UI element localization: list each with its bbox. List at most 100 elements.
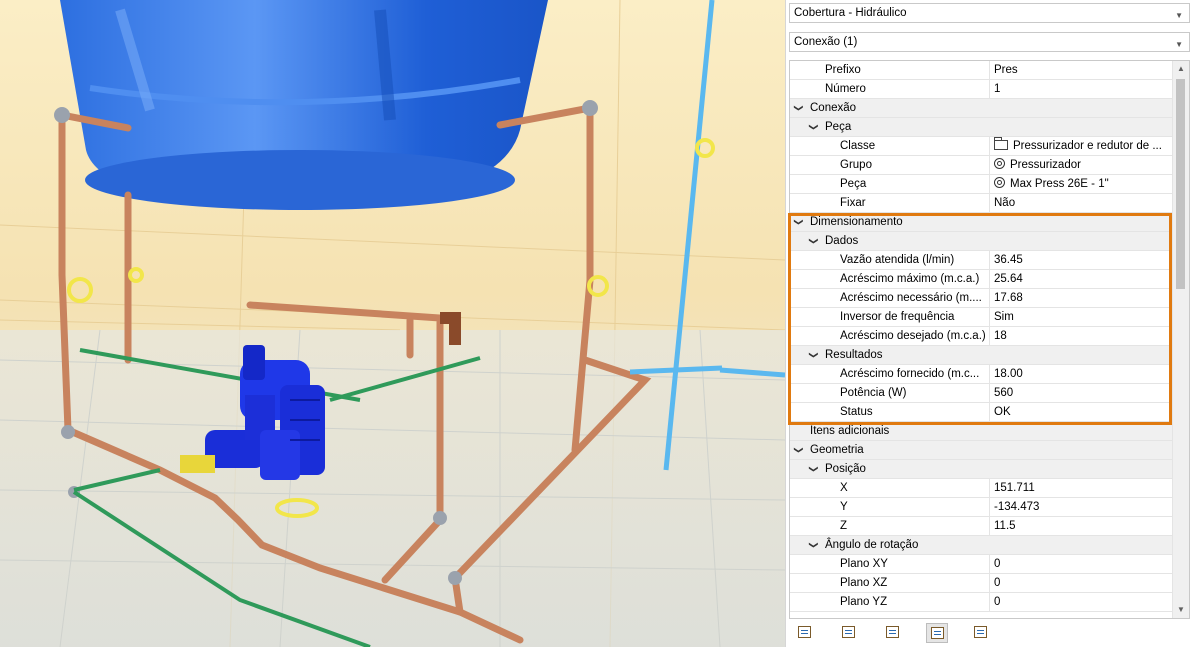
scroll-down-icon[interactable]: ▼ (1173, 602, 1189, 618)
property-row[interactable]: Acréscimo fornecido (m.c... 18.00 (790, 365, 1173, 384)
property-value[interactable]: Pressurizador e redutor de ... (989, 137, 1173, 155)
check-tab-button[interactable] (926, 623, 948, 643)
chevron-down-icon[interactable]: ▼ (1175, 37, 1183, 52)
discipline-combo[interactable]: Cobertura - Hidráulico ▼ (789, 3, 1190, 23)
property-row[interactable]: Peça Max Press 26E - 1" (790, 175, 1173, 194)
property-group-row[interactable]: ❯ Dados (790, 232, 1173, 251)
property-row[interactable]: Status OK (790, 403, 1173, 422)
property-row[interactable]: Prefixo Pres (790, 61, 1173, 80)
property-value-text: 560 (994, 387, 1014, 399)
property-name: Geometria (810, 444, 864, 456)
property-row[interactable]: Acréscimo desejado (m.c.a.) 18 (790, 327, 1173, 346)
property-value-text: Pressurizador (1010, 159, 1081, 171)
property-value-text: 36.45 (994, 254, 1023, 266)
view-tab-button[interactable] (838, 623, 860, 643)
property-grid: Prefixo Pres Número 1 ❯ Conexão ❯ Peça Classe Pre… (789, 60, 1190, 619)
selection-combo-value: Conexão (1) (794, 36, 858, 48)
chevron-down-icon[interactable]: ❯ (805, 351, 823, 359)
chevron-down-icon[interactable]: ▼ (1175, 8, 1183, 23)
property-value[interactable]: OK (989, 403, 1173, 421)
3d-viewport[interactable] (0, 0, 785, 647)
property-group-row[interactable]: ❯ Dimensionamento (790, 213, 1173, 232)
property-value-text: 18 (994, 330, 1007, 342)
property-group-row[interactable]: ❯ Ângulo de rotação (790, 536, 1173, 555)
property-name: Acréscimo desejado (m.c.a.) (840, 330, 986, 342)
property-value[interactable]: Sim (989, 308, 1173, 326)
property-group-row[interactable]: ❯ Conexão (790, 99, 1173, 118)
property-value-text: 11.5 (994, 520, 1016, 532)
property-name: Prefixo (825, 64, 861, 76)
property-value[interactable]: 36.45 (989, 251, 1173, 269)
property-row[interactable]: Z 11.5 (790, 517, 1173, 536)
property-group-row[interactable]: ❯ Posição (790, 460, 1173, 479)
properties-panel: Cobertura - Hidráulico ▼ Conexão (1) ▼ P… (785, 0, 1195, 647)
properties-tab-button[interactable] (794, 623, 816, 643)
water-tank[interactable] (60, 0, 548, 210)
vertical-scrollbar[interactable]: ▲ ▼ (1172, 61, 1189, 618)
property-value[interactable]: 1 (989, 80, 1173, 98)
property-row[interactable]: Acréscimo necessário (m.... 17.68 (790, 289, 1173, 308)
property-row[interactable]: Y -134.473 (790, 498, 1173, 517)
property-name: Resultados (825, 349, 883, 361)
property-group-row[interactable]: ❯ Geometria (790, 441, 1173, 460)
chevron-down-icon[interactable]: ❯ (790, 446, 808, 454)
property-value[interactable]: 17.68 (989, 289, 1173, 307)
property-group-row[interactable]: ❯ Resultados (790, 346, 1173, 365)
property-row[interactable]: Plano XY 0 (790, 555, 1173, 574)
property-row[interactable]: Número 1 (790, 80, 1173, 99)
property-value[interactable]: 151.711 (989, 479, 1173, 497)
property-value[interactable]: 560 (989, 384, 1173, 402)
property-group-row[interactable]: Itens adicionais (790, 422, 1173, 441)
chevron-down-icon[interactable]: ❯ (805, 237, 823, 245)
property-value[interactable]: Pres (989, 61, 1173, 79)
property-value-text: 18.00 (994, 368, 1023, 380)
property-row[interactable]: Vazão atendida (l/min) 36.45 (790, 251, 1173, 270)
property-name: Peça (825, 121, 852, 133)
property-value[interactable]: 25.64 (989, 270, 1173, 288)
property-value[interactable]: Pressurizador (989, 156, 1173, 174)
property-value[interactable]: 18 (989, 327, 1173, 345)
chevron-down-icon[interactable]: ❯ (805, 465, 823, 473)
property-value[interactable]: Max Press 26E - 1" (989, 175, 1173, 193)
property-row[interactable]: Grupo Pressurizador (790, 156, 1173, 175)
property-row[interactable]: Classe Pressurizador e redutor de ... (790, 137, 1173, 156)
property-group-row[interactable]: ❯ Peça (790, 118, 1173, 137)
property-value[interactable]: 18.00 (989, 365, 1173, 383)
chevron-down-icon[interactable]: ❯ (790, 218, 808, 226)
property-value[interactable]: -134.473 (989, 498, 1173, 516)
property-name: Y (840, 501, 848, 513)
property-value-text: Sim (994, 311, 1014, 323)
scrollbar-thumb[interactable] (1176, 79, 1185, 289)
chevron-down-icon[interactable]: ❯ (805, 123, 823, 131)
property-row[interactable]: Acréscimo máximo (m.c.a.) 25.64 (790, 270, 1173, 289)
property-row[interactable]: Plano XZ 0 (790, 574, 1173, 593)
property-name: Inversor de frequência (840, 311, 955, 323)
property-name: Status (840, 406, 873, 418)
property-name: Acréscimo máximo (m.c.a.) (840, 273, 980, 285)
structure-tab-button[interactable] (882, 623, 904, 643)
property-value[interactable]: 0 (989, 593, 1173, 611)
property-value[interactable]: 0 (989, 574, 1173, 592)
property-value-text: Pressurizador e redutor de ... (1013, 140, 1162, 152)
property-name: Acréscimo fornecido (m.c... (840, 368, 980, 380)
hydraulic-3d-scene[interactable] (0, 0, 785, 647)
add-connection-button[interactable] (970, 623, 992, 643)
property-row[interactable]: Potência (W) 560 (790, 384, 1173, 403)
chevron-down-icon[interactable]: ❯ (805, 541, 823, 549)
property-value[interactable]: 11.5 (989, 517, 1173, 535)
valve-symbol-icon (994, 177, 1005, 188)
scroll-up-icon[interactable]: ▲ (1173, 61, 1189, 77)
chevron-down-icon[interactable]: ❯ (790, 104, 808, 112)
property-row[interactable]: Plano YZ 0 (790, 593, 1173, 612)
property-name: Vazão atendida (l/min) (840, 254, 955, 266)
property-value[interactable]: 0 (989, 555, 1173, 573)
selection-combo[interactable]: Conexão (1) ▼ (789, 32, 1190, 52)
property-name: Plano XY (840, 558, 888, 570)
property-value[interactable]: Não (989, 194, 1173, 212)
property-row[interactable]: Inversor de frequência Sim (790, 308, 1173, 327)
property-row[interactable]: Fixar Não (790, 194, 1173, 213)
property-row[interactable]: X 151.711 (790, 479, 1173, 498)
property-value-text: 17.68 (994, 292, 1023, 304)
folder-icon (994, 137, 1008, 150)
property-name: Dados (825, 235, 859, 247)
